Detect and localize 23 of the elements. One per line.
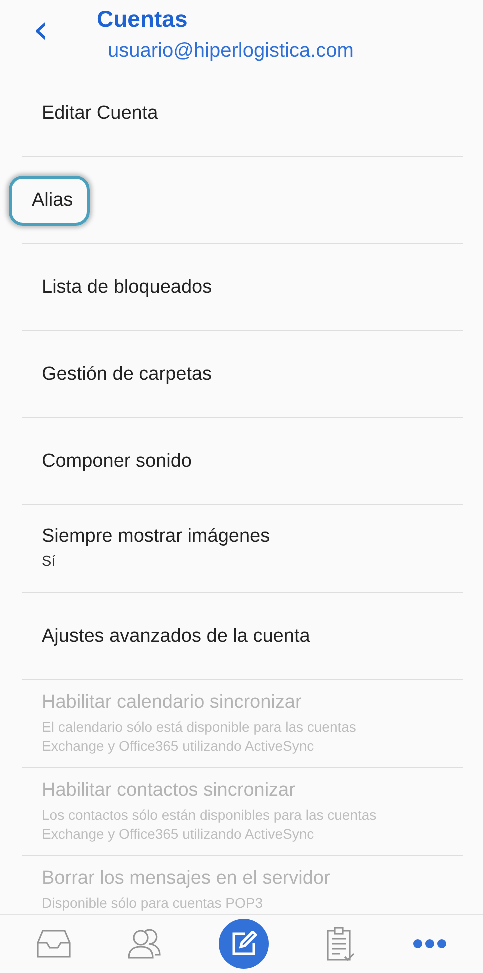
- item-label: Siempre mostrar imágenes: [41, 526, 270, 548]
- more-icon[interactable]: [412, 939, 446, 949]
- item-label: Gestión de carpetas: [41, 364, 212, 386]
- screen-title: Cuentas: [97, 6, 189, 33]
- compose-button[interactable]: [218, 919, 268, 969]
- contacts-icon[interactable]: [128, 928, 162, 960]
- back-button[interactable]: ‹: [29, 14, 53, 46]
- item-value: Disponible sólo para cuentas POP3: [41, 894, 264, 913]
- item-value: El calendario sólo está disponible para las cuentas Exchange y Office365 utilizando ActiveSync: [41, 718, 358, 756]
- item-label: Editar Cuenta: [41, 102, 158, 124]
- pencil-square-icon: [230, 931, 256, 957]
- item-label: Borrar los mensajes en el servidor: [41, 868, 330, 890]
- item-label: Componer sonido: [41, 450, 192, 472]
- item-value: Los contactos sólo están disponibles para las cuentas Exchange y Office365 utilizando ActiveSync: [41, 806, 378, 844]
- clipboard-icon[interactable]: [326, 926, 356, 962]
- item-value: Sí: [41, 553, 57, 572]
- item-label: Habilitar calendario sincronizar: [41, 692, 302, 714]
- account-email: usuario@hiperlogistica.com: [108, 40, 354, 63]
- item-label: Lista de bloqueados: [41, 276, 212, 298]
- highlighted-label: Alias: [9, 176, 90, 226]
- item-label: Ajustes avanzados de la cuenta: [41, 626, 310, 648]
- item-label: Habilitar contactos sincronizar: [41, 780, 296, 802]
- inbox-icon[interactable]: [36, 929, 70, 959]
